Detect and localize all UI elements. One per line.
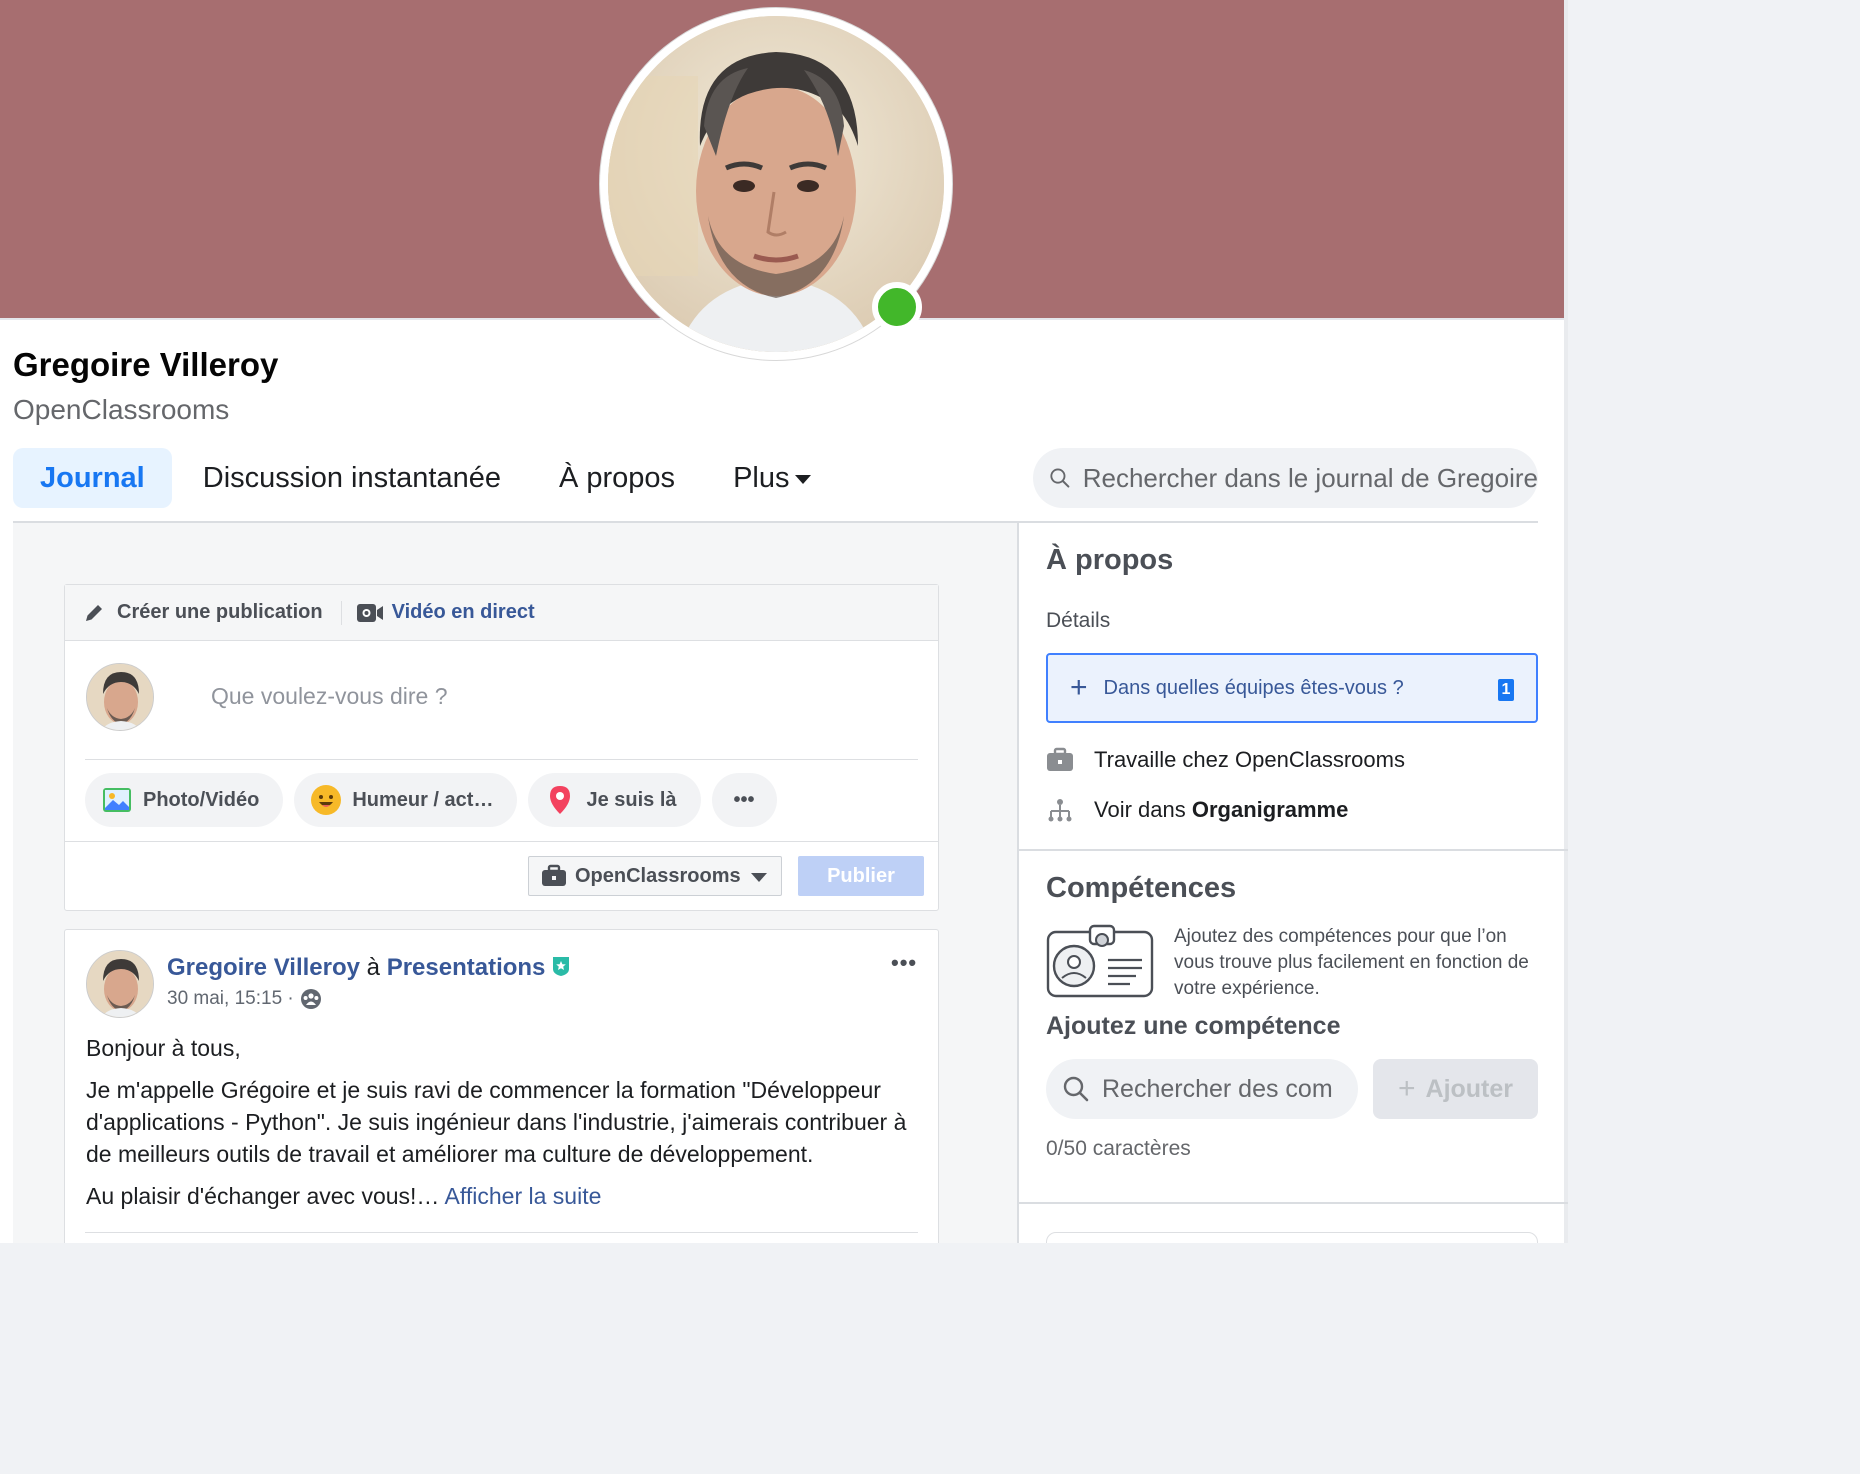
post-timestamp[interactable]: 30 mai, 15:15 · bbox=[167, 988, 294, 1010]
check-in-button[interactable]: Je suis là bbox=[528, 773, 701, 827]
audience-group-icon bbox=[300, 989, 321, 1009]
tab-chat[interactable]: Discussion instantanée bbox=[203, 448, 501, 508]
more-actions-button[interactable]: ••• bbox=[711, 773, 777, 827]
org-chart-icon bbox=[1046, 796, 1074, 824]
scrollbar-track[interactable] bbox=[1564, 0, 1568, 1243]
online-status-indicator bbox=[872, 282, 922, 332]
publish-button[interactable]: Publier bbox=[798, 856, 924, 896]
teams-prompt-label: Dans quelles équipes êtes-vous ? bbox=[1103, 676, 1404, 699]
org-chart-link[interactable]: Organigramme bbox=[1192, 797, 1349, 823]
works-at-row: Travaille chez OpenClassrooms bbox=[1046, 746, 1405, 774]
column-divider bbox=[1017, 523, 1019, 1243]
composer-avatar[interactable] bbox=[86, 663, 154, 731]
add-skill-title: Ajoutez une compétence bbox=[1046, 1012, 1341, 1040]
journal-search-input[interactable]: Rechercher dans le journal de Gregoire bbox=[1033, 448, 1538, 508]
profile-tabs: Journal Discussion instantanée À propos … bbox=[13, 448, 812, 508]
caret-down-icon bbox=[795, 474, 812, 484]
location-pin-icon bbox=[544, 784, 576, 816]
org-chart-prefix: Voir dans bbox=[1094, 797, 1186, 822]
post-paragraph-last: Au plaisir d'échanger avec vous!… Affich… bbox=[86, 1180, 921, 1212]
skill-search-placeholder: Rechercher des com bbox=[1102, 1074, 1333, 1103]
live-video-tab[interactable]: Vidéo en direct bbox=[356, 601, 535, 624]
audience-label: OpenClassrooms bbox=[575, 864, 741, 887]
post-paragraph: Bonjour à tous, bbox=[86, 1035, 241, 1061]
verified-group-icon bbox=[553, 957, 570, 976]
composer-input[interactable]: Que voulez-vous dire ? bbox=[211, 683, 448, 710]
add-skill-button[interactable]: + Ajouter bbox=[1373, 1059, 1538, 1119]
chevron-down-icon bbox=[750, 872, 767, 882]
tab-more-label: Plus bbox=[733, 461, 790, 494]
composer-divider bbox=[85, 759, 918, 760]
profile-name: Gregoire Villeroy bbox=[13, 346, 279, 383]
post-author-link[interactable]: Gregoire Villeroy bbox=[167, 954, 360, 981]
add-skill-label: Ajouter bbox=[1425, 1074, 1514, 1103]
post-body: Bonjour à tous, Je m'appelle Grégoire et… bbox=[86, 1032, 921, 1222]
journal-search-placeholder: Rechercher dans le journal de Gregoire bbox=[1082, 462, 1538, 493]
create-post-label: Créer une publication bbox=[117, 601, 323, 623]
works-at-label[interactable]: Travaille chez OpenClassrooms bbox=[1094, 747, 1405, 773]
about-section-title: À propos bbox=[1046, 544, 1174, 576]
composer-header: Créer une publication Vidéo en direct bbox=[65, 585, 938, 641]
teams-count-badge: 1 bbox=[1498, 679, 1514, 701]
post-paragraph-text: Au plaisir d'échanger avec vous!… bbox=[86, 1183, 440, 1209]
composer-header-separator bbox=[340, 600, 342, 625]
smiley-icon bbox=[310, 784, 342, 816]
skill-search-input[interactable]: Rechercher des com bbox=[1046, 1059, 1358, 1119]
profile-page: Gregoire Villeroy OpenClassrooms Journal… bbox=[0, 0, 1568, 1243]
feeling-activity-label: Humeur / act… bbox=[352, 788, 494, 811]
tab-more[interactable]: Plus bbox=[733, 448, 812, 508]
plus-icon: + bbox=[1397, 1072, 1416, 1105]
audience-select[interactable]: OpenClassrooms bbox=[528, 856, 782, 896]
composer-body: Que voulez-vous dire ? bbox=[65, 641, 938, 759]
photo-video-label: Photo/Vidéo bbox=[143, 788, 260, 811]
teams-prompt-button[interactable]: + Dans quelles équipes êtes-vous ? 1 bbox=[1046, 653, 1538, 723]
profile-organization[interactable]: OpenClassrooms bbox=[13, 394, 229, 426]
post-header: Gregoire Villeroy à Presentations bbox=[167, 954, 570, 982]
photo-video-button[interactable]: Photo/Vidéo bbox=[85, 773, 284, 827]
video-camera-icon bbox=[356, 603, 383, 622]
create-post-tab[interactable]: Créer une publication bbox=[83, 601, 323, 624]
post-meta: 30 mai, 15:15 · bbox=[167, 988, 322, 1010]
tab-journal[interactable]: Journal bbox=[13, 448, 172, 508]
about-details-label: Détails bbox=[1046, 609, 1111, 632]
right-column-divider bbox=[1019, 849, 1568, 851]
plus-icon: + bbox=[1070, 671, 1088, 704]
more-actions-label: ••• bbox=[733, 788, 755, 811]
feeling-activity-button[interactable]: Humeur / act… bbox=[294, 773, 518, 827]
post-divider bbox=[85, 1232, 918, 1233]
briefcase-icon bbox=[542, 864, 566, 886]
search-icon bbox=[1050, 468, 1070, 488]
check-in-label: Je suis là bbox=[586, 788, 677, 811]
post-connector: à bbox=[366, 954, 381, 981]
post-author-avatar[interactable] bbox=[86, 950, 154, 1018]
skills-badge-illustration bbox=[1046, 924, 1154, 998]
photo-icon bbox=[101, 784, 133, 816]
briefcase-icon bbox=[1046, 746, 1074, 774]
next-section-card bbox=[1046, 1232, 1538, 1243]
live-video-label: Vidéo en direct bbox=[391, 601, 535, 623]
pencil-icon bbox=[86, 604, 102, 621]
right-column-divider-2 bbox=[1019, 1202, 1568, 1204]
read-more-link[interactable]: Afficher la suite bbox=[445, 1183, 602, 1209]
post-paragraph: Je m'appelle Grégoire et je suis ravi de… bbox=[86, 1077, 907, 1167]
skill-char-count: 0/50 caractères bbox=[1046, 1137, 1191, 1160]
composer-footer-divider bbox=[65, 841, 938, 842]
org-chart-row[interactable]: Voir dans Organigramme bbox=[1046, 796, 1348, 824]
post-options-button[interactable]: ••• bbox=[891, 950, 917, 976]
post-composer: Créer une publication Vidéo en direct Qu… bbox=[64, 584, 939, 911]
skills-section-title: Compétences bbox=[1046, 872, 1237, 904]
skills-description: Ajoutez des compétences pour que l’on vo… bbox=[1174, 926, 1529, 999]
feed-post: Gregoire Villeroy à Presentations 30 mai… bbox=[64, 929, 939, 1243]
tab-about[interactable]: À propos bbox=[559, 448, 675, 508]
search-icon bbox=[1063, 1076, 1089, 1102]
composer-actions: Photo/Vidéo Humeur / act… Je suis là ••• bbox=[85, 773, 788, 827]
post-group-link[interactable]: Presentations bbox=[387, 954, 546, 981]
